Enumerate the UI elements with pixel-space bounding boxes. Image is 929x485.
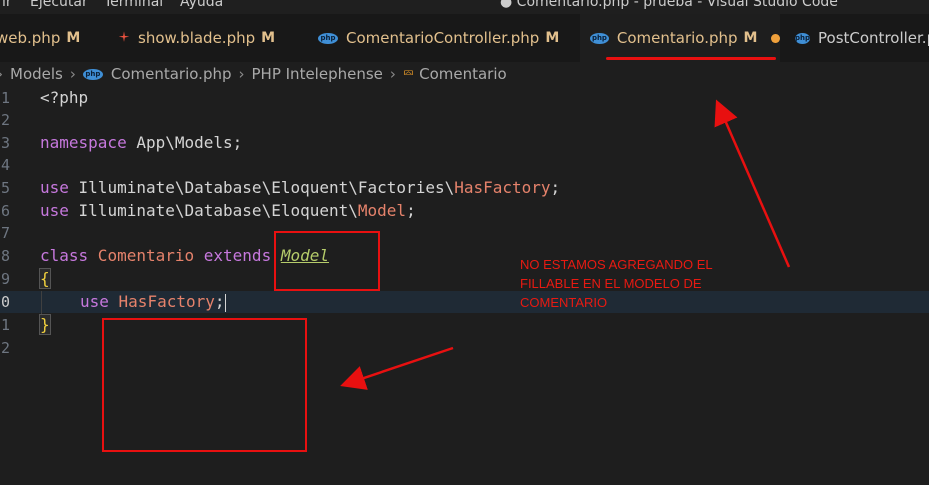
arrow-to-tab	[714, 99, 791, 268]
arrow-to-class-body	[340, 346, 454, 390]
annotation-arrows	[340, 99, 791, 390]
